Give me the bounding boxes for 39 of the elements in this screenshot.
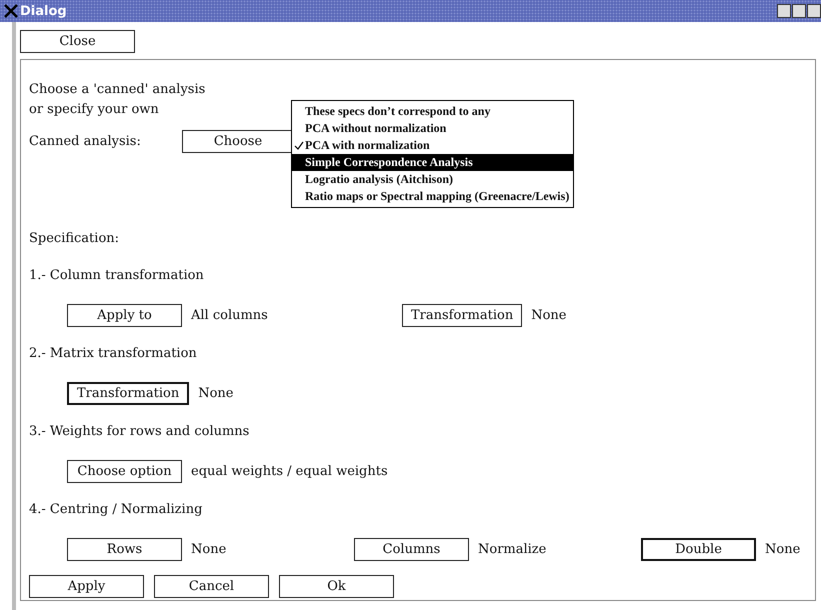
footer-button[interactable]: Ok [279,575,394,598]
menu-item[interactable]: PCA without normalization [292,120,574,137]
option-button[interactable]: Rows [67,538,182,561]
menu-item[interactable]: Simple Correspondence Analysis [292,154,574,171]
window-title: Dialog [20,4,67,18]
option-value: None [191,542,226,557]
section-title: 1.- Column transformation [29,267,204,285]
section-title: 2.- Matrix transformation [29,345,197,363]
option-button[interactable]: Transformation [67,382,190,405]
option-button[interactable]: Double [641,538,756,561]
section-title: 4.- Centring / Normalizing [29,501,202,519]
menu-item[interactable]: Logratio analysis (Aitchison) [292,171,574,188]
option-value: None [198,386,234,401]
option-value: Normalize [478,542,546,557]
x-logo-icon [4,4,18,18]
check-icon [294,140,304,150]
menu-item[interactable]: Ratio maps or Spectral mapping (Greenacre/Lewis) [292,188,574,205]
specification-label: Specification: [29,230,120,248]
option-button[interactable]: Columns [354,538,469,561]
option-button[interactable]: Choose option [67,460,182,483]
canned-analysis-label: Canned analysis: [29,134,142,149]
intro-text: Choose a 'canned' analysis [29,81,206,99]
option-value: equal weights / equal weights [191,464,388,479]
maximize-button[interactable] [792,4,806,18]
option-value: None [531,308,566,323]
option-button[interactable]: Apply to [67,304,182,327]
section-title: 3.- Weights for rows and columns [29,423,250,441]
menu-item[interactable]: These specs don’t correspond to any [292,103,574,120]
footer-button[interactable]: Apply [29,575,144,598]
footer-button[interactable]: Cancel [154,575,269,598]
option-value: All columns [191,308,268,323]
intro-text: or specify your own [29,101,159,119]
close-window-button[interactable] [807,4,821,18]
minimize-button[interactable] [777,4,791,18]
option-value: None [765,542,800,557]
menu-item[interactable]: PCA with normalization [292,137,574,154]
close-button[interactable]: Close [20,30,135,53]
choose-button[interactable]: Choose [182,130,294,153]
option-button[interactable]: Transformation [402,304,522,327]
